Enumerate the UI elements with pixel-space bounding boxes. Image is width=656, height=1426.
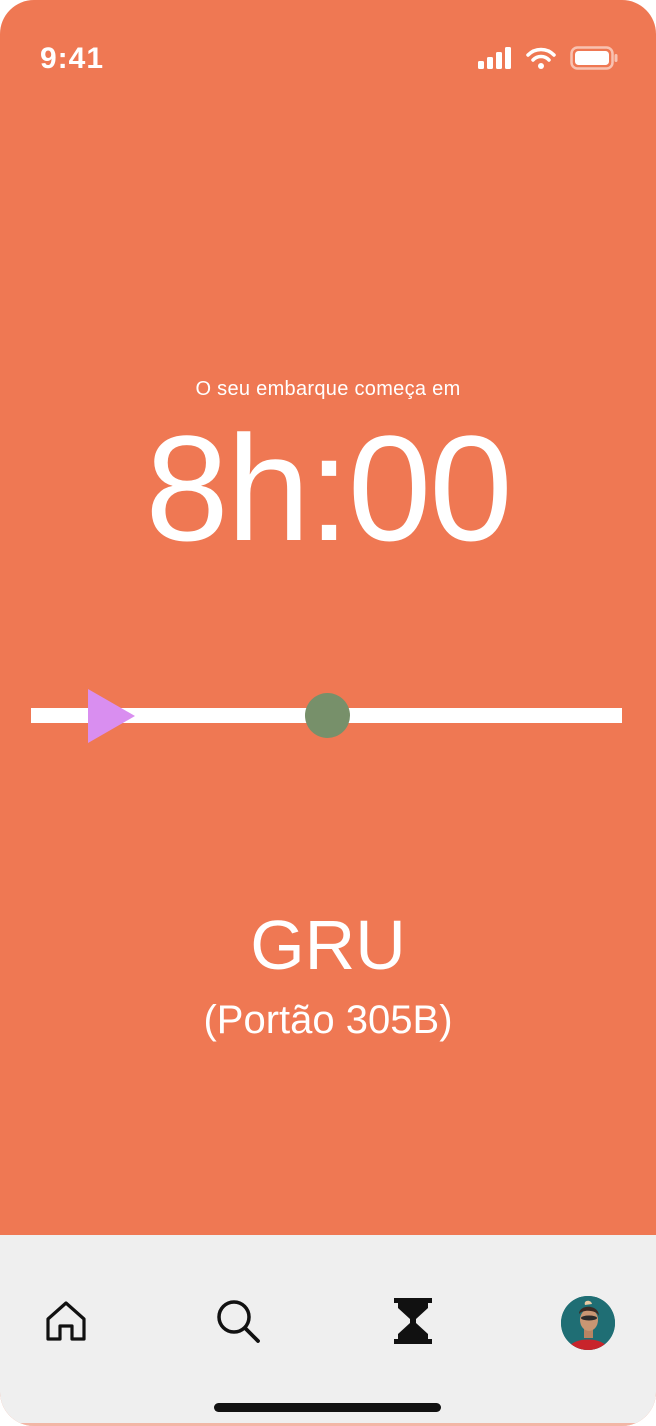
status-time: 9:41 [40, 42, 105, 75]
home-icon [44, 1299, 88, 1348]
progress-knob[interactable] [305, 693, 350, 738]
status-bar: 9:41 [0, 0, 656, 120]
countdown-timer: 8h:00 [145, 404, 512, 572]
battery-icon [570, 46, 618, 70]
tab-bar [0, 1235, 656, 1426]
tab-search[interactable] [208, 1293, 268, 1353]
home-indicator[interactable] [214, 1403, 441, 1412]
hourglass-icon [394, 1297, 432, 1349]
airport-code: GRU [250, 906, 406, 984]
search-icon [215, 1298, 261, 1349]
avatar [561, 1296, 615, 1350]
gate-label: (Portão 305B) [203, 998, 453, 1042]
play-icon[interactable] [88, 689, 135, 743]
phone-screen: 9:41 O seu embarque começa em 8h:00 GRU … [0, 0, 656, 1426]
boarding-label: O seu embarque começa em [195, 378, 461, 400]
wifi-icon [526, 47, 556, 69]
tab-profile[interactable] [558, 1293, 618, 1353]
status-icons [478, 46, 618, 70]
cellular-signal-icon [478, 47, 512, 69]
tab-home[interactable] [36, 1293, 96, 1353]
tab-timer[interactable] [383, 1293, 443, 1353]
